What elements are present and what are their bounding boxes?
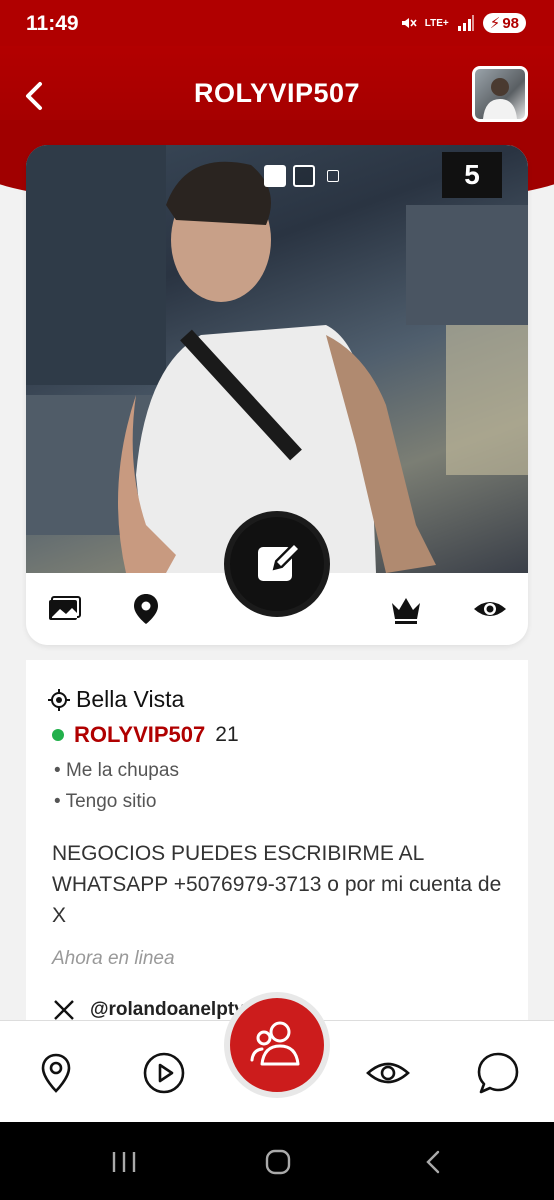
- tag-text: Me la chupas: [65, 760, 179, 781]
- gallery-icon[interactable]: [46, 591, 82, 627]
- status-bar: 11:49 LTE+ ⚡ 98: [0, 0, 554, 46]
- tag-item: • Me la chupas: [54, 760, 179, 781]
- page-title: ROLYVIP507: [193, 78, 361, 108]
- eye-icon[interactable]: [366, 1051, 410, 1095]
- avatar[interactable]: [472, 66, 528, 122]
- chat-icon[interactable]: [476, 1051, 520, 1095]
- tag-list: • Me la chupas • Tengo sitio: [54, 760, 179, 822]
- username: ROLYVIP507: [74, 722, 206, 747]
- edit-icon: [258, 541, 302, 581]
- pager-dot[interactable]: [327, 170, 339, 182]
- photo-illustration: [26, 145, 528, 573]
- profile-info: Bella Vista ROLYVIP507 21 • Me la chupas…: [26, 660, 528, 1040]
- pager-dot[interactable]: [293, 165, 315, 187]
- avatar-silhouette: [483, 78, 517, 119]
- social-handle: @rolandoanelpty: [90, 999, 245, 1020]
- edit-profile-button[interactable]: [224, 511, 330, 617]
- eye-icon[interactable]: [472, 591, 508, 627]
- location-label: Bella Vista: [76, 686, 185, 712]
- x-logo-icon: [54, 1000, 74, 1020]
- mute-icon: [401, 18, 417, 28]
- system-back-icon[interactable]: [418, 1146, 450, 1178]
- target-icon: [48, 688, 70, 711]
- status-icons: LTE+ ⚡ 98: [399, 13, 526, 33]
- home-icon[interactable]: [262, 1146, 294, 1178]
- group-icon: [250, 1021, 300, 1066]
- profile-photo[interactable]: 5: [26, 145, 528, 573]
- tag-text: Tengo sitio: [65, 791, 157, 812]
- tag-item: • Tengo sitio: [54, 791, 157, 812]
- battery-indicator: ⚡ 98: [482, 13, 526, 33]
- bolt-icon: ⚡: [489, 15, 501, 32]
- online-status: Ahora en linea: [52, 948, 175, 969]
- online-indicator: [52, 729, 64, 741]
- network-type: LTE+: [424, 17, 449, 29]
- profile-card: 5: [26, 145, 528, 645]
- recent-apps-icon[interactable]: [108, 1146, 140, 1178]
- age: 21: [215, 723, 239, 746]
- crown-icon[interactable]: [388, 591, 424, 627]
- photo-count-badge: 5: [442, 152, 502, 198]
- community-button[interactable]: [224, 992, 330, 1098]
- photo-pager[interactable]: [264, 165, 339, 187]
- user-line: ROLYVIP507 21: [52, 722, 239, 748]
- battery-level: 98: [502, 14, 519, 32]
- map-pin-icon[interactable]: [34, 1051, 78, 1095]
- status-time: 11:49: [26, 12, 79, 35]
- screen: 11:49 LTE+ ⚡ 98 ROLYVIP507 5 Bella Vista…: [0, 0, 554, 1200]
- signal-icon: [457, 15, 474, 31]
- pager-dot-active[interactable]: [264, 165, 286, 187]
- location-pin-icon[interactable]: [128, 591, 164, 627]
- profile-description: NEGOCIOS PUEDES ESCRIBIRME AL WHATSAPP +…: [52, 842, 502, 927]
- play-icon[interactable]: [142, 1051, 186, 1095]
- location-row: Bella Vista: [48, 686, 184, 713]
- social-link[interactable]: @rolandoanelpty: [52, 998, 245, 1022]
- system-nav-bar: [0, 1122, 554, 1200]
